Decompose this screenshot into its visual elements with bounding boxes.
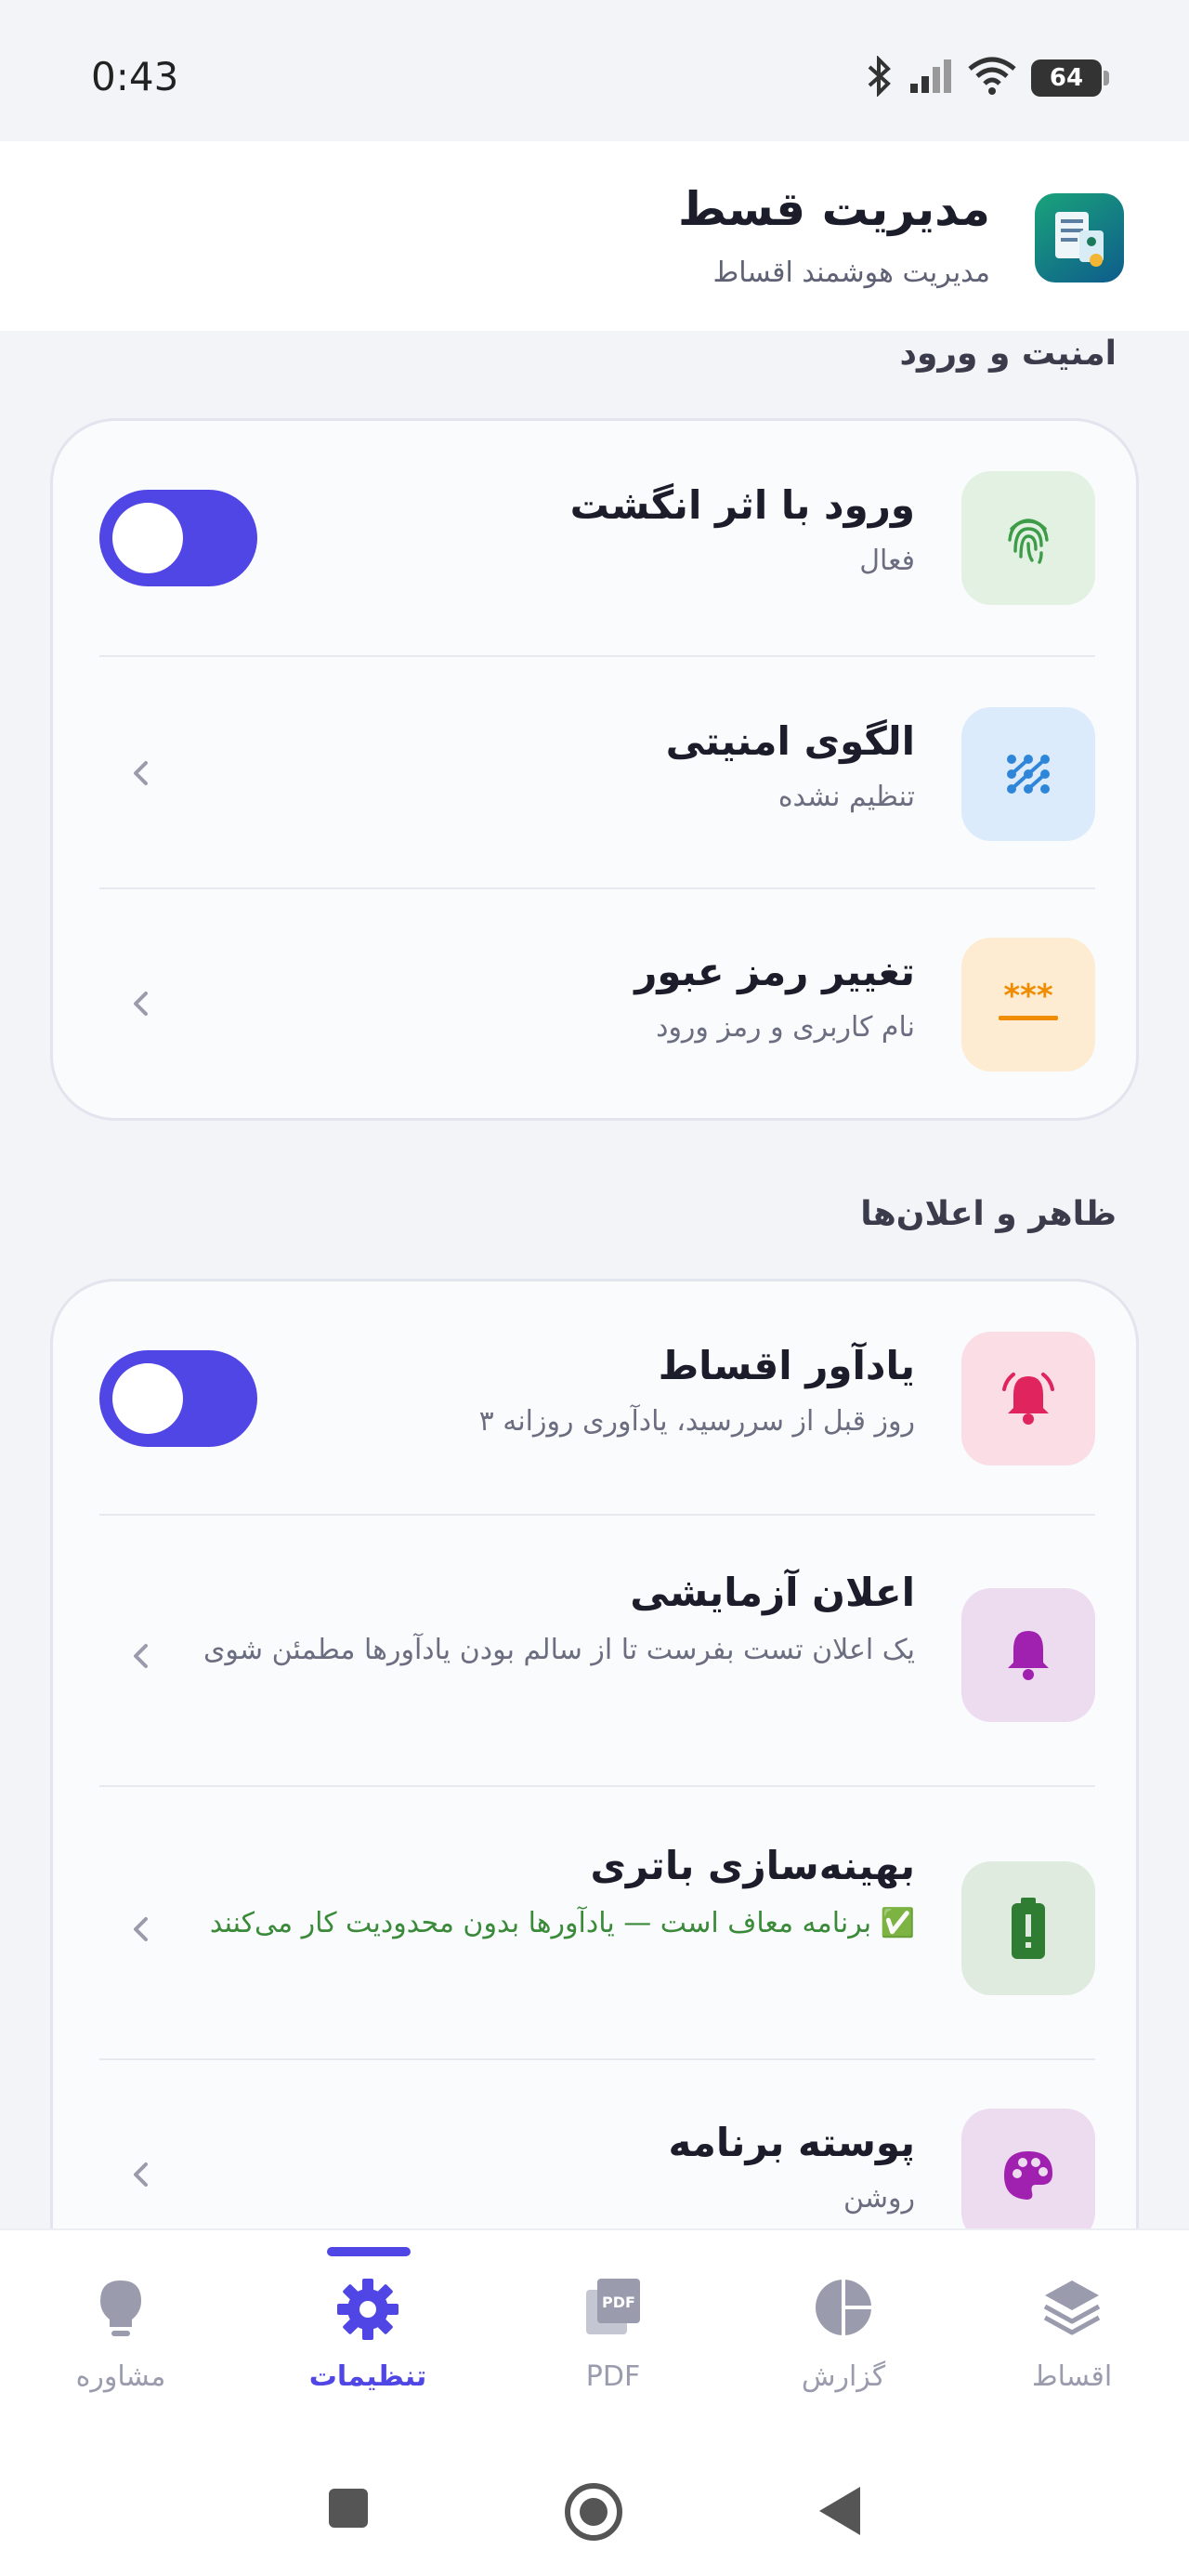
test-notification-row[interactable]: اعلان آزمایشی یک اعلان تست بفرست تا از س…	[99, 1570, 1095, 1774]
svg-text:PDF: PDF	[602, 2293, 635, 2311]
security-pattern-title: الگوی امنیتی	[665, 718, 915, 764]
divider	[99, 655, 1095, 657]
home-button[interactable]	[563, 2481, 624, 2543]
status-time: 0:43	[91, 54, 179, 99]
bottom-navigation: مشاوره تنظیمات PDF PDF گزارش اقساط	[0, 2228, 1189, 2444]
palette-icon	[961, 2109, 1095, 2230]
password-icon: ***	[961, 938, 1095, 1071]
security-card: ورود با اثر انگشت فعال الگوی امنیتی تنظی…	[50, 418, 1139, 1121]
app-theme-row[interactable]: پوسته برنامه روشن	[99, 2109, 1095, 2230]
toggle-knob	[112, 503, 183, 573]
security-pattern-subtitle: تنظیم نشده	[777, 781, 915, 813]
battery-optimization-row[interactable]: بهینه‌سازی باتری برنامه معاف است — یادآو…	[99, 1843, 1095, 2047]
status-bar: 0:43 64	[0, 0, 1189, 141]
chevron-left-icon	[134, 992, 148, 1016]
chevron-left-icon	[134, 1917, 148, 1941]
gear-icon	[335, 2277, 400, 2346]
app-theme-title: پوسته برنامه	[668, 2120, 915, 2165]
system-navigation-bar	[0, 2444, 1189, 2576]
back-button[interactable]	[814, 2483, 866, 2539]
security-pattern-row[interactable]: الگوی امنیتی تنظیم نشده	[99, 707, 1095, 841]
divider	[99, 887, 1095, 889]
nav-label: مشاوره	[75, 2360, 166, 2393]
bell-ringing-icon	[961, 1332, 1095, 1465]
status-icons: 64	[864, 55, 1109, 100]
pattern-icon	[961, 707, 1095, 841]
app-header: مدیریت قسط مدیریت هوشمند اقساط	[0, 141, 1189, 331]
fingerprint-login-subtitle: فعال	[859, 545, 915, 577]
fingerprint-login-row[interactable]: ورود با اثر انگشت فعال	[99, 471, 1095, 605]
nav-item-report[interactable]: گزارش	[751, 2230, 936, 2446]
nav-item-installments[interactable]: اقساط	[979, 2230, 1165, 2446]
battery-icon: 64	[1031, 59, 1109, 97]
recents-button[interactable]	[327, 2487, 370, 2530]
layers-icon	[1041, 2277, 1103, 2342]
divider	[99, 1514, 1095, 1516]
nav-label: تنظیمات	[308, 2360, 427, 2393]
app-logo-icon	[1035, 193, 1124, 283]
section-title-appearance: ظاهر و اعلان‌ها	[860, 1195, 1117, 1233]
nav-item-consult[interactable]: مشاوره	[28, 2230, 214, 2446]
nav-item-pdf[interactable]: PDF PDF	[520, 2230, 706, 2446]
divider	[99, 2058, 1095, 2060]
nav-label: PDF	[585, 2360, 641, 2393]
nav-label: اقساط	[1031, 2360, 1113, 2393]
fingerprint-toggle[interactable]	[99, 490, 257, 586]
app-title: مدیریت قسط	[678, 182, 990, 236]
pie-chart-icon	[813, 2277, 874, 2342]
wifi-icon	[966, 56, 1018, 100]
change-password-row[interactable]: *** تغییر رمز عبور نام کاربری و رمز ورود	[99, 938, 1095, 1071]
bluetooth-icon	[864, 55, 895, 100]
chevron-left-icon	[134, 2162, 148, 2187]
battery-optimization-subtitle: برنامه معاف است — یادآورها بدون محدودیت …	[209, 1907, 915, 1939]
section-title-security: امنیت و ورود	[899, 335, 1117, 373]
nav-label: گزارش	[801, 2360, 886, 2393]
appearance-card: یادآور اقساط ۳ روز قبل از سررسید، یادآور…	[50, 1279, 1139, 2230]
change-password-subtitle: نام کاربری و رمز ورود	[656, 1011, 915, 1044]
fingerprint-login-title: ورود با اثر انگشت	[569, 482, 915, 528]
settings-scroll-area[interactable]: امنیت و ورود ورود با اثر انگشت فعال الگو…	[0, 331, 1189, 2230]
installment-reminder-row[interactable]: یادآور اقساط ۳ روز قبل از سررسید، یادآور…	[99, 1332, 1095, 1465]
battery-optimization-title: بهینه‌سازی باتری	[590, 1843, 915, 1888]
reminder-toggle[interactable]	[99, 1350, 257, 1447]
chevron-left-icon	[134, 1644, 148, 1668]
pdf-icon: PDF	[582, 2277, 644, 2342]
installment-reminder-subtitle: ۳ روز قبل از سررسید، یادآوری روزانه	[478, 1405, 915, 1438]
test-notification-title: اعلان آزمایشی	[630, 1570, 915, 1615]
svg-text:***: ***	[1003, 982, 1053, 1015]
bell-icon	[961, 1588, 1095, 1722]
signal-icon	[908, 58, 953, 99]
divider	[99, 1785, 1095, 1787]
app-subtitle: مدیریت هوشمند اقساط	[712, 256, 990, 289]
nav-item-settings[interactable]: تنظیمات	[275, 2230, 461, 2446]
toggle-knob	[112, 1363, 183, 1434]
fingerprint-icon	[961, 471, 1095, 605]
change-password-title: تغییر رمز عبور	[634, 949, 915, 994]
test-notification-subtitle: یک اعلان تست بفرست تا از سالم بودن یادآو…	[203, 1634, 915, 1666]
lightbulb-icon	[93, 2277, 149, 2346]
app-theme-subtitle: روشن	[843, 2182, 915, 2215]
installment-reminder-title: یادآور اقساط	[658, 1343, 915, 1388]
battery-alert-icon	[961, 1861, 1095, 1995]
chevron-left-icon	[134, 761, 148, 785]
